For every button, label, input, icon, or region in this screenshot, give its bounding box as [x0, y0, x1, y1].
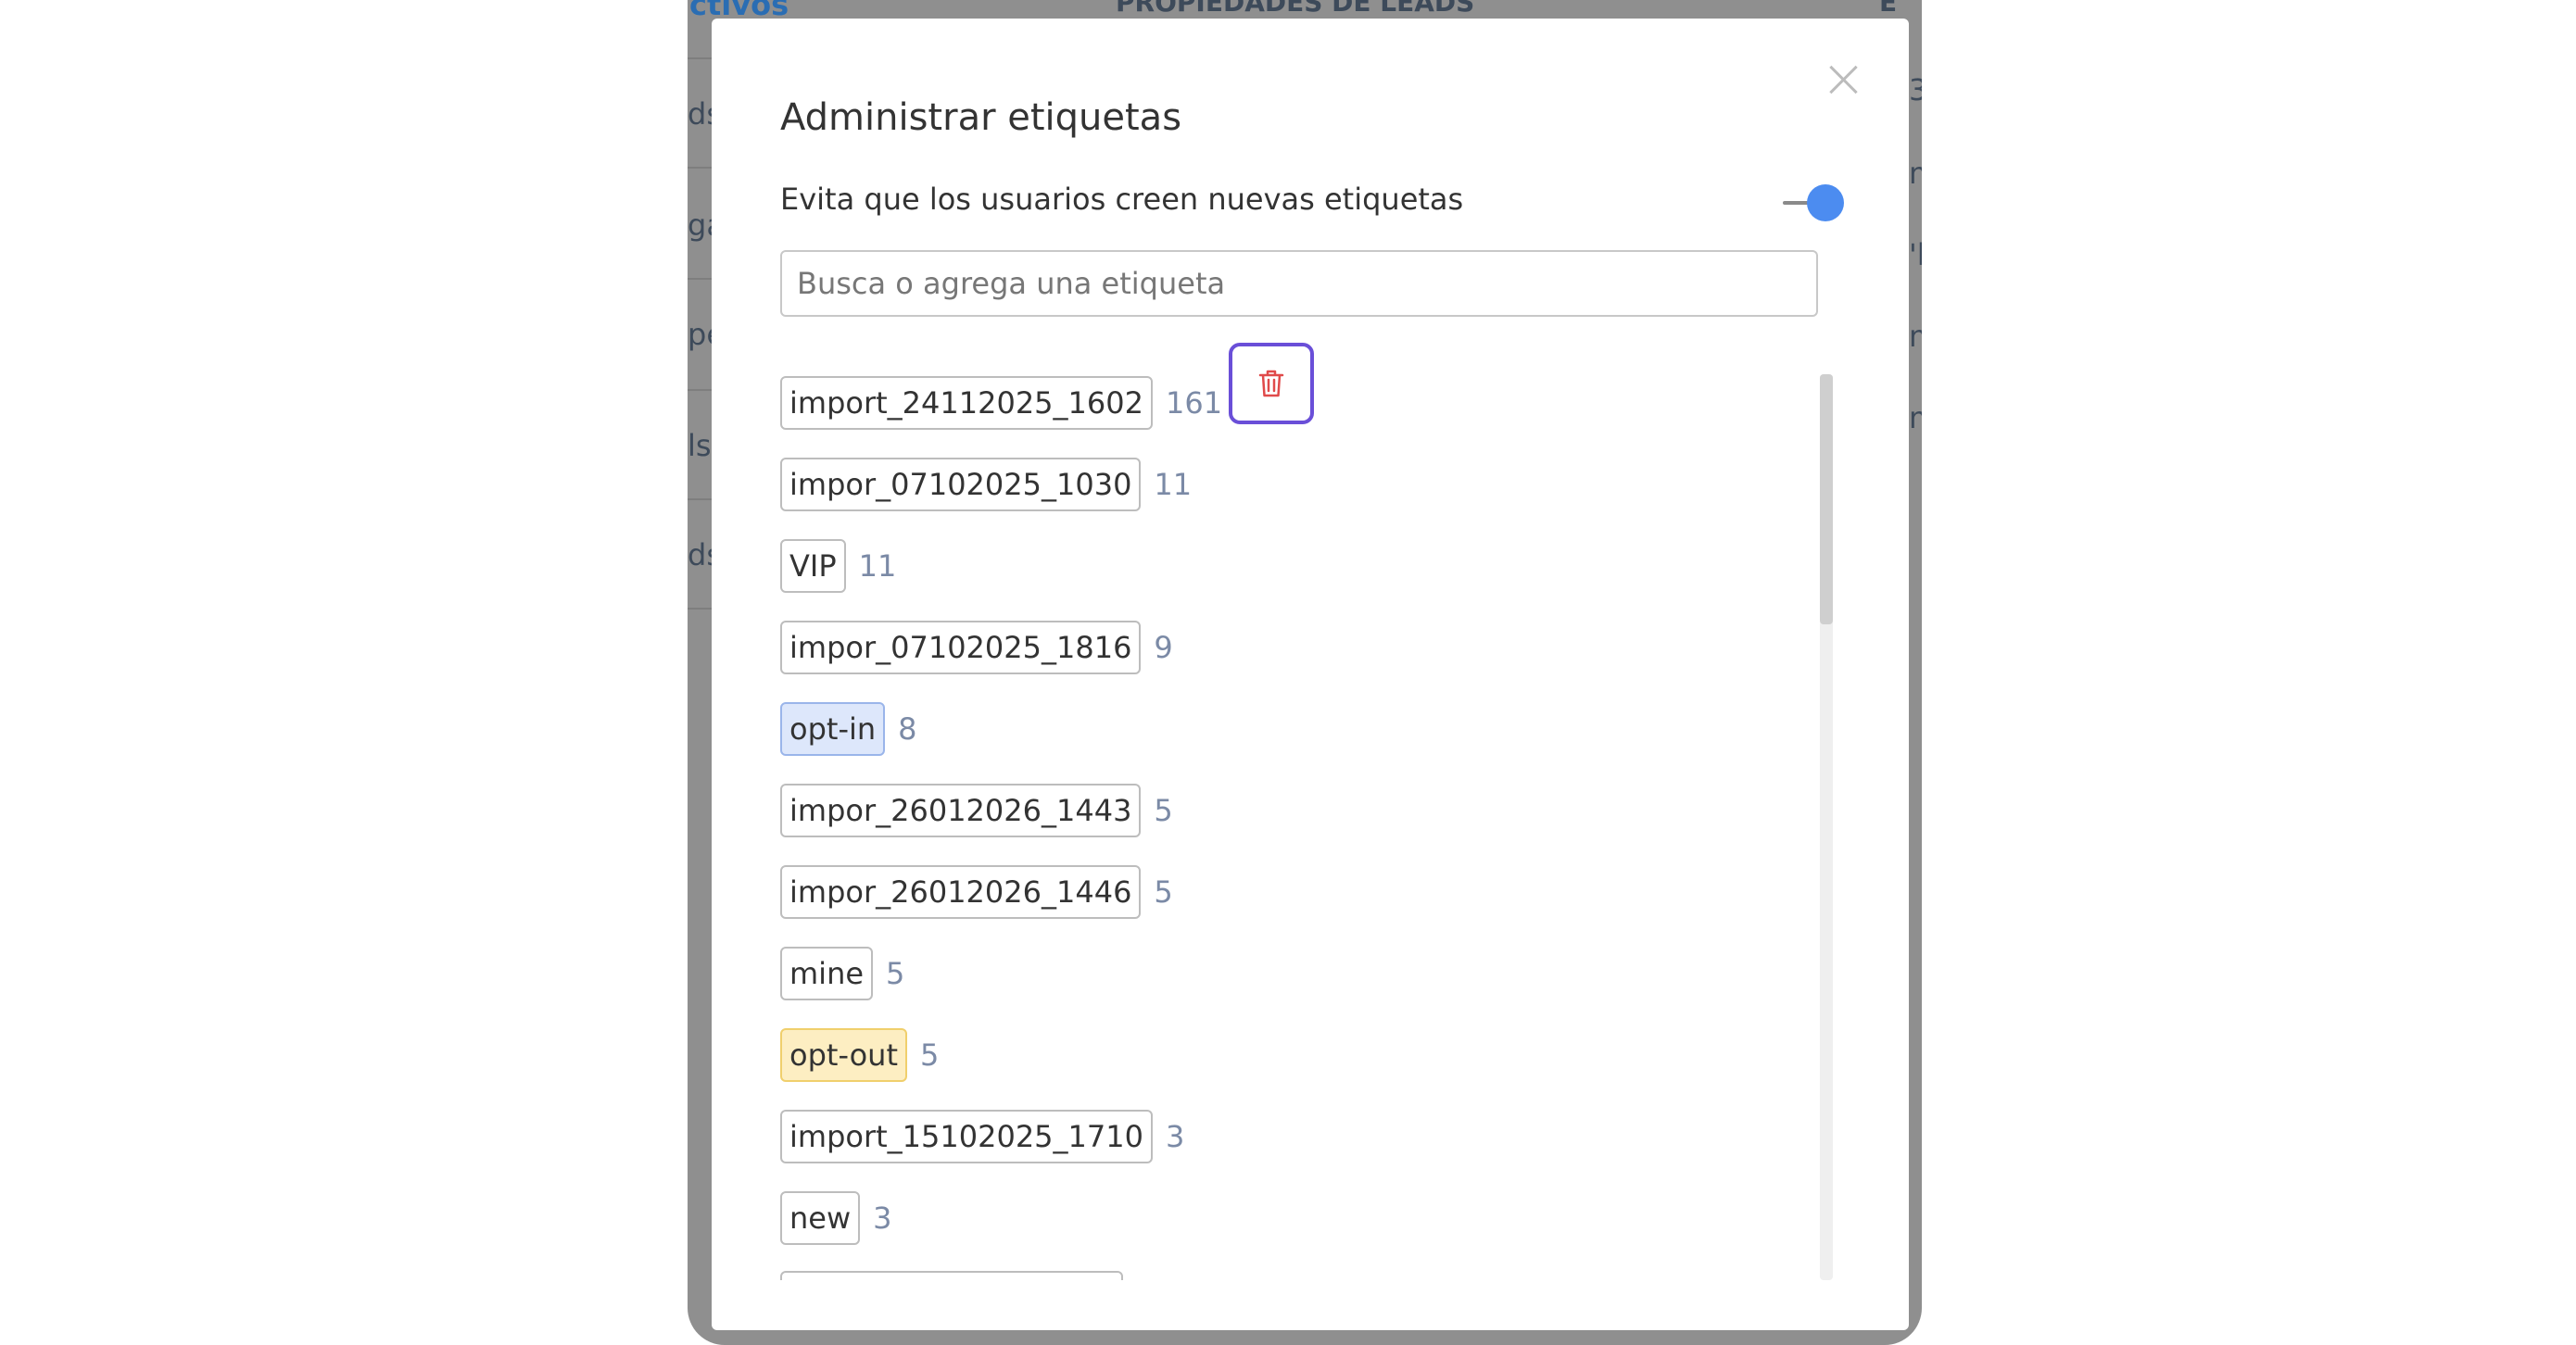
bg-left-ls: ls: [688, 428, 712, 463]
tag-row: impor_07102025_1030 11: [780, 456, 1192, 513]
tag-chip[interactable]: new: [780, 1191, 861, 1245]
bg-header-propiedades: PROPIEDADES DE LEADS: [1116, 0, 1475, 18]
manage-tags-modal: Administrar etiquetas Evita que los usua…: [712, 19, 1909, 1330]
tag-count: 5: [886, 956, 905, 991]
bg-right-m1: m: [1909, 156, 1922, 191]
bg-right-l: 'l: [1909, 237, 1922, 272]
tag-row: impor_26012026_1446 5: [780, 863, 1173, 921]
prevent-new-tags-toggle[interactable]: [1783, 182, 1848, 224]
tag-chip[interactable]: impor_26012026_1446: [780, 865, 1142, 919]
tag-chip[interactable]: impor_07102025_1816: [780, 621, 1142, 674]
tag-row: impor_26012026_1443 5: [780, 782, 1173, 839]
tag-chip[interactable]: import_15102025_1710: [780, 1110, 1153, 1163]
tag-row: opt-in 8: [780, 700, 917, 758]
delete-tag-button[interactable]: [1229, 343, 1314, 424]
tag-row: opt-out 5: [780, 1026, 939, 1084]
toggle-label: Evita que los usuarios creen nuevas etiq…: [780, 182, 1464, 217]
tag-row: new 3: [780, 1189, 892, 1247]
tag-count: 5: [919, 1037, 940, 1073]
tag-chip[interactable]: import_24112025_1602: [780, 376, 1153, 430]
tag-row: VIP 11: [780, 537, 896, 595]
bg-divider: [688, 278, 712, 280]
tag-count: 3: [1165, 1119, 1185, 1154]
tag-count: 11: [1154, 467, 1193, 502]
tag-count: 8: [898, 711, 917, 747]
bg-divider: [688, 167, 712, 169]
tag-row: mine 5: [780, 945, 904, 1002]
modal-title: Administrar etiquetas: [780, 96, 1182, 139]
tag-chip-partial: [780, 1271, 1123, 1280]
tag-chip[interactable]: opt-in: [780, 702, 886, 756]
tag-chip[interactable]: opt-out: [780, 1028, 907, 1082]
bg-divider: [688, 608, 712, 610]
tag-row: import_24112025_1602 161: [780, 374, 1271, 432]
bg-divider: [688, 389, 712, 391]
tag-row: impor_07102025_1816 9: [780, 619, 1173, 676]
bg-right-3: 3: [1909, 72, 1922, 107]
bg-right-m2: m: [1909, 319, 1922, 354]
tag-row: import_15102025_1710 3: [780, 1108, 1184, 1165]
tag-chip[interactable]: mine: [780, 947, 874, 1000]
tag-chip[interactable]: impor_26012026_1443: [780, 784, 1142, 837]
toggle-knob: [1807, 184, 1844, 221]
tag-count: 161: [1165, 385, 1223, 421]
scrollbar-thumb[interactable]: [1820, 374, 1833, 624]
trash-icon: [1258, 370, 1284, 397]
tag-list-scrollbar[interactable]: [1820, 374, 1833, 1280]
tag-search-input[interactable]: [780, 250, 1818, 317]
tag-count: 9: [1154, 630, 1173, 665]
tag-list: import_24112025_1602 161 impor_07102025_…: [780, 358, 1762, 1280]
bg-divider: [688, 57, 712, 59]
tag-count: 5: [1154, 793, 1173, 828]
bg-right-m3: m: [1909, 400, 1922, 435]
tag-count: 3: [873, 1200, 892, 1236]
bg-header-e: E: [1879, 0, 1898, 18]
close-icon[interactable]: [1825, 59, 1862, 96]
tag-chip[interactable]: impor_07102025_1030: [780, 458, 1142, 511]
tag-chip[interactable]: VIP: [780, 539, 846, 593]
tag-count: 5: [1154, 874, 1173, 910]
bg-divider: [688, 498, 712, 500]
tag-count: 11: [858, 548, 897, 584]
